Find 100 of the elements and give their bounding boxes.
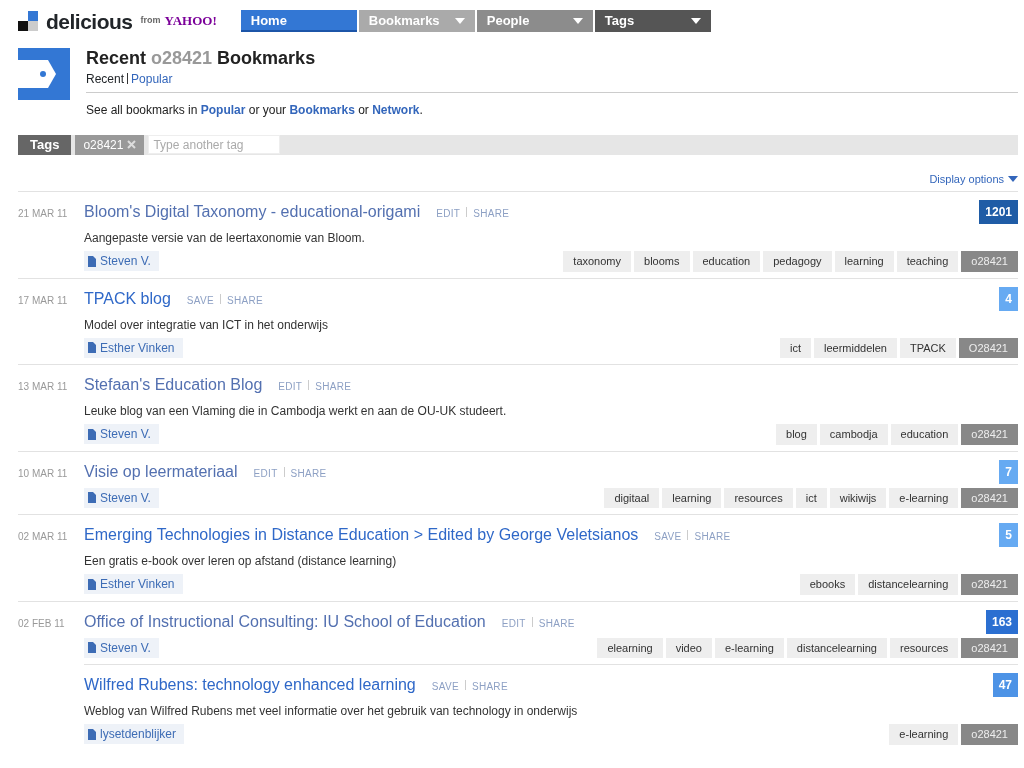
bookmark-date: 13 MAR 11	[18, 380, 69, 395]
tag-link[interactable]: learning	[834, 251, 894, 272]
edit-link[interactable]: SAVE	[654, 529, 682, 545]
tag-link[interactable]: o28421	[961, 724, 1018, 745]
tag-link[interactable]: elearning	[597, 637, 663, 659]
subnav-link[interactable]: Recent	[86, 71, 125, 86]
bookmark-title-link[interactable]: Visie op leermateriaal	[84, 459, 238, 484]
bookmark-title-link[interactable]: Office of Instructional Consulting: IU School of Education	[84, 609, 486, 634]
tag-link[interactable]: taxonomy	[563, 251, 632, 272]
edit-link[interactable]: EDIT	[253, 465, 278, 481]
nav-tab[interactable]: Tags	[594, 10, 711, 32]
tag-link[interactable]: O28421	[958, 337, 1018, 359]
tag-link[interactable]: distancelearning	[858, 574, 959, 595]
tag-link[interactable]: o28421	[961, 424, 1018, 445]
user-link[interactable]: Steven V.	[84, 251, 159, 272]
bookmark-description: Aangepaste versie van de leertaxonomie van Bloom.	[84, 230, 366, 248]
tag-link[interactable]: resources	[890, 637, 959, 659]
user-link[interactable]: Steven V.	[84, 487, 159, 508]
nav-tab[interactable]: People	[476, 10, 593, 32]
document-icon	[88, 342, 96, 354]
tag-link[interactable]: ebooks	[799, 574, 856, 595]
yahoo-logo: YAHOO!	[164, 12, 217, 31]
user-link[interactable]: lysetdenblijker	[84, 724, 185, 745]
tag-link[interactable]: video	[665, 637, 712, 659]
bookmark-date: 21 MAR 11	[18, 207, 69, 222]
user-link[interactable]: Steven V.	[84, 424, 159, 445]
see-all-link[interactable]: Popular	[200, 102, 246, 117]
tag-link[interactable]: digitaal	[604, 487, 660, 509]
bookmark-title-link[interactable]: Stefaan's Education Blog	[84, 373, 263, 398]
document-icon	[88, 642, 96, 654]
share-link[interactable]: SHARE	[290, 465, 327, 481]
caret-icon	[1008, 175, 1018, 182]
logo-text: delicious	[46, 10, 133, 32]
save-count: 5	[999, 523, 1018, 548]
see-all-link[interactable]: Bookmarks	[289, 102, 355, 117]
user-link[interactable]: Steven V.	[84, 637, 159, 658]
tags-label: Tags	[18, 134, 72, 155]
edit-link[interactable]: SAVE	[186, 292, 214, 308]
tag-link[interactable]: leermiddelen	[814, 337, 897, 359]
tag-link[interactable]: education	[890, 424, 959, 445]
tag-link[interactable]: o28421	[961, 487, 1018, 509]
tag-link[interactable]: resources	[724, 487, 793, 509]
tag-link[interactable]: ict	[795, 487, 827, 509]
save-count: 7	[999, 459, 1018, 484]
bookmark-date: 10 MAR 11	[18, 466, 69, 481]
user-link[interactable]: Esther Vinken	[84, 574, 183, 595]
document-icon	[88, 428, 96, 440]
tag-link[interactable]: education	[692, 251, 761, 272]
edit-link[interactable]: SAVE	[431, 679, 459, 695]
share-link[interactable]: SHARE	[694, 529, 731, 545]
bookmark-description: Model over integratie van ICT in het onderwijs	[84, 316, 329, 334]
tag-link[interactable]: e-learning	[889, 487, 959, 509]
bookmark-description: Weblog van Wilfred Rubens met veel informatie over het gebruik van technology in onderwijs	[84, 703, 579, 721]
see-all-link[interactable]: Network	[372, 102, 420, 117]
bookmark-title-link[interactable]: Bloom's Digital Taxonomy - educational-origami	[84, 200, 421, 225]
tag-link[interactable]: o28421	[961, 251, 1018, 272]
display-options-link[interactable]: Display options	[929, 170, 1018, 188]
bookmark-title-link[interactable]: Emerging Technologies in Distance Education > Edited by George Veletsianos	[84, 523, 639, 548]
tag-input-field[interactable]: Type another tag	[148, 135, 281, 155]
tag-link[interactable]: blooms	[634, 251, 690, 272]
save-count: 1201	[979, 200, 1018, 225]
share-link[interactable]: SHARE	[473, 206, 510, 222]
user-link[interactable]: Esther Vinken	[84, 337, 183, 358]
tag-link[interactable]: ict	[780, 337, 811, 359]
save-count: 47	[992, 673, 1018, 698]
edit-link[interactable]: EDIT	[501, 615, 526, 631]
tag-link[interactable]: o28421	[961, 637, 1018, 659]
tag-link[interactable]: o28421	[961, 574, 1018, 595]
share-link[interactable]: SHARE	[471, 679, 508, 695]
edit-link[interactable]: EDIT	[436, 206, 461, 222]
tag-chip[interactable]: o28421	[75, 134, 145, 155]
save-count: 4	[999, 286, 1018, 311]
share-link[interactable]: SHARE	[315, 379, 352, 395]
tag-link[interactable]: cambodja	[819, 424, 888, 445]
bookmark-date: 02 MAR 11	[18, 530, 69, 545]
tag-link[interactable]: blog	[776, 424, 817, 445]
bookmark-description: Leuke blog van een Vlaming die in Cambodja werkt en aan de OU-UK studeert.	[84, 403, 508, 421]
nav-tab[interactable]: Home	[240, 10, 357, 32]
edit-link[interactable]: EDIT	[278, 379, 303, 395]
tag-link[interactable]: wikiwijs	[829, 487, 887, 509]
tag-link[interactable]: e-learning	[889, 724, 959, 745]
tag-link[interactable]: pedagogy	[763, 251, 832, 272]
tag-icon	[18, 48, 70, 100]
bookmark-title-link[interactable]: TPACK blog	[84, 286, 171, 311]
bookmark-title-link[interactable]: Wilfred Rubens: technology enhanced learning	[84, 673, 416, 698]
bookmark-date: 02 FEB 11	[18, 616, 66, 631]
document-icon	[88, 578, 96, 590]
from-text: from	[140, 14, 161, 28]
subnav-link[interactable]: Popular	[131, 71, 173, 86]
tag-link[interactable]: TPACK	[900, 337, 956, 359]
tag-link[interactable]: learning	[662, 487, 722, 509]
tag-link[interactable]: teaching	[896, 251, 959, 272]
document-icon	[88, 492, 96, 504]
tag-link[interactable]: e-learning	[714, 637, 784, 659]
save-count: 163	[985, 609, 1018, 634]
see-all-text: See all bookmarks in Popular or your Bookmarks or Network.	[86, 101, 424, 119]
document-icon	[88, 728, 96, 740]
tag-link[interactable]: distancelearning	[786, 637, 887, 659]
logo-icon	[18, 11, 38, 31]
share-link[interactable]: SHARE	[538, 615, 575, 631]
